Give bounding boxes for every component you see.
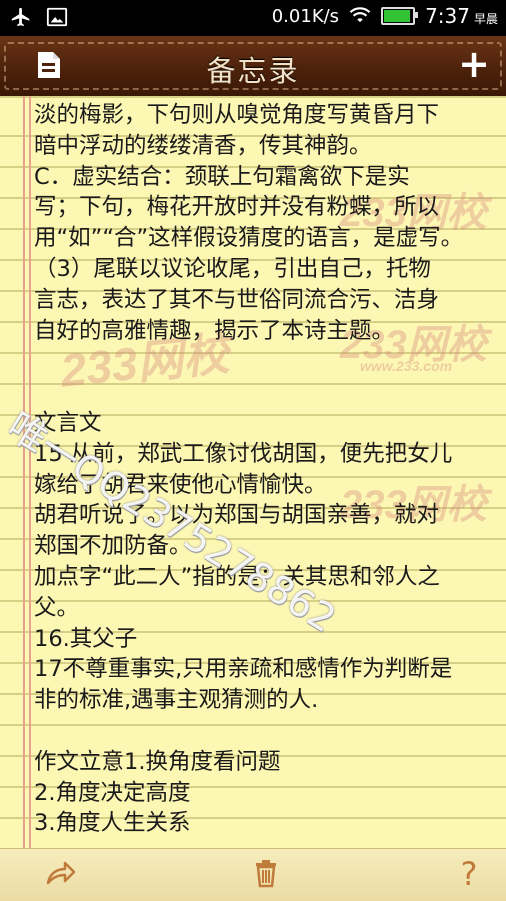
note-line: 文言文 (34, 409, 102, 436)
share-button[interactable] (44, 857, 78, 891)
wifi-icon (349, 4, 371, 28)
trash-icon (250, 860, 282, 893)
note-line: 用“如”“合”这样假设猜度的语言，是虚写。 (34, 225, 464, 252)
note-line: 加点字“此二人”指的是：关其思和邻人之 (34, 563, 440, 590)
delete-button[interactable] (250, 857, 284, 891)
note-line: 15 从前，郑武工像讨伐胡国，便先把女儿 (34, 440, 453, 467)
note-line: 郑国不加防备。 (34, 533, 192, 560)
help-icon: ? (460, 855, 478, 893)
airplane-icon (10, 6, 32, 32)
plus-icon: + (458, 42, 490, 86)
help-button[interactable]: ? (452, 857, 486, 891)
share-icon (44, 861, 76, 893)
note-line (34, 377, 500, 408)
clock-time: 7:37 (425, 4, 470, 28)
note-line: 3.角度人生关系 (34, 810, 191, 837)
battery-icon (381, 7, 419, 25)
status-icons-right: 0.01K/s 7:37 早晨 (272, 4, 498, 28)
note-paper[interactable]: 233网校 233网校 233网校 233网校 www.233.com 淡的梅影… (0, 96, 506, 848)
note-line: 17不尊重事实,只用亲疏和感情作为判断是 (34, 656, 453, 683)
page-title: 备忘录 (206, 54, 300, 88)
note-line: 2.角度决定高度 (34, 779, 191, 806)
note-line: 父。 (34, 594, 80, 621)
note-line: 淡的梅影，下句则从嗅觉角度写黄昏月下 (34, 102, 440, 128)
note-body[interactable]: 淡的梅影，下句则从嗅觉角度写黄昏月下 暗中浮动的缕缕清香，传其神韵。 C．虚实结… (34, 100, 500, 839)
note-line: 非的标准,遇事主观猜测的人. (34, 687, 319, 714)
note-line: C．虚实结合：颈联上句霜禽欲下是实 (34, 163, 410, 190)
note-line: （3）尾联以议论收尾，引出自己，托物 (34, 255, 431, 282)
note-line: 言志，表达了其不与世俗同流合污、洁身 (34, 286, 440, 313)
add-note-button[interactable]: + (458, 45, 490, 83)
image-icon (46, 6, 68, 32)
app-header: 备忘录 + (0, 36, 506, 100)
clock-period: 早晨 (473, 11, 498, 26)
note-line: 暗中浮动的缕缕清香，传其神韵。 (34, 132, 372, 159)
bottom-toolbar: ? (0, 848, 506, 901)
network-speed: 0.01K/s (271, 5, 340, 27)
note-line: 嫁给了胡君来使他心情愉快。 (34, 471, 327, 498)
note-line: 自好的高雅情趣，揭示了本诗主题。 (34, 317, 395, 344)
note-line: 作文立意1.换角度看问题 (34, 748, 281, 775)
note-line: 写；下句，梅花开放时并没有粉蝶，所以 (34, 194, 440, 221)
note-line (34, 716, 500, 747)
note-line: 胡君听说了。以为郑国与胡国亲善，就对 (34, 502, 440, 529)
status-icons-left (10, 6, 68, 32)
status-bar: 0.01K/s 7:37 早晨 (0, 0, 506, 36)
note-line: 16.其父子 (34, 625, 138, 652)
note-line (34, 346, 500, 377)
